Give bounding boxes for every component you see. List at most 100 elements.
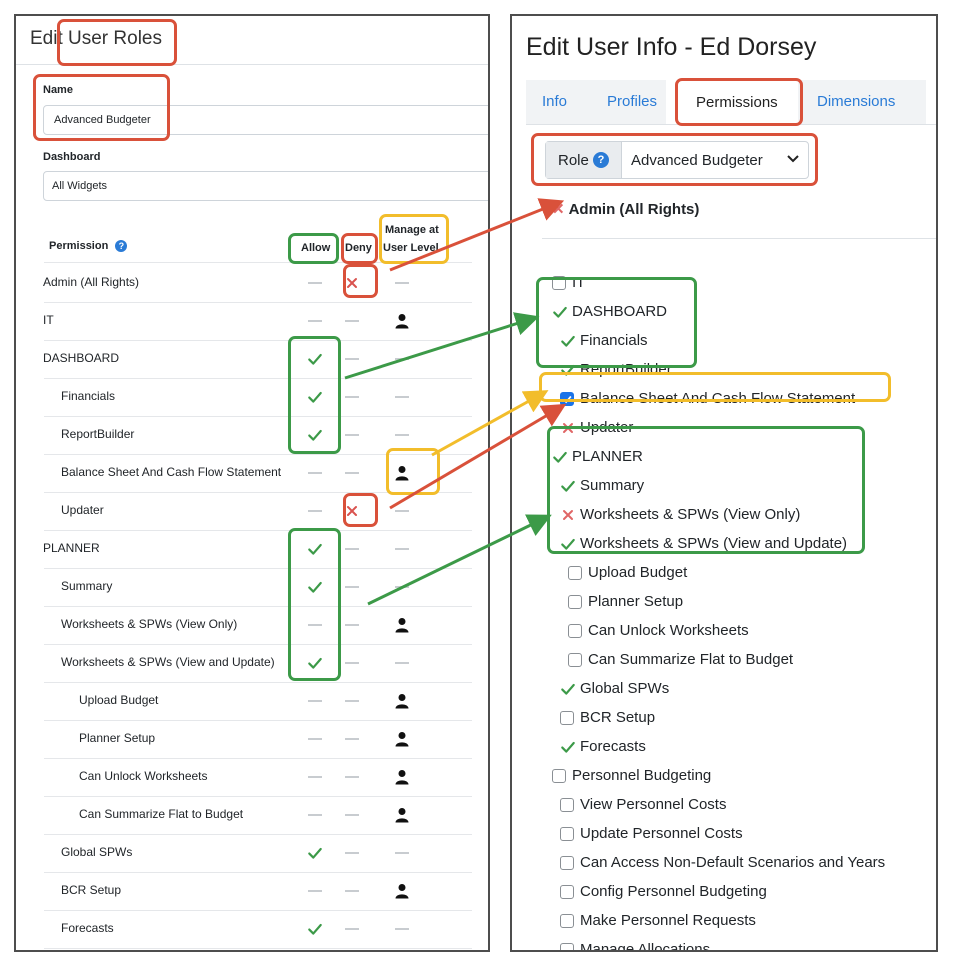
row-divider xyxy=(44,340,472,341)
checkbox[interactable] xyxy=(560,884,574,899)
permission-row-label: PLANNER xyxy=(43,541,100,555)
permission-row-label: Summary xyxy=(61,579,113,593)
checkbox[interactable] xyxy=(560,913,574,928)
user-level-icon[interactable] xyxy=(394,617,410,638)
dash-placeholder xyxy=(345,890,359,892)
checkbox[interactable] xyxy=(552,768,566,783)
tab-dimensions[interactable]: Dimensions xyxy=(817,93,895,110)
annotation-role-select xyxy=(531,133,818,186)
tab-profiles[interactable]: Profiles xyxy=(607,93,657,110)
permission-row-label: ReportBuilder xyxy=(61,427,135,441)
annotation-allow-header xyxy=(288,233,339,264)
dash-placeholder xyxy=(345,358,359,360)
permission-item-label: Global SPWs xyxy=(580,679,670,697)
checkbox[interactable] xyxy=(560,942,574,950)
annotation-balance-sheet xyxy=(539,372,891,402)
permission-row-label: BCR Setup xyxy=(61,883,122,897)
dash-placeholder xyxy=(345,548,359,550)
dash-placeholder xyxy=(345,662,359,664)
permission-item-label: Config Personnel Budgeting xyxy=(580,882,767,900)
annotation-dashboard-allow xyxy=(288,336,341,454)
dashboard-select-value: All Widgets xyxy=(52,180,108,192)
dash-placeholder xyxy=(395,662,409,664)
dash-placeholder xyxy=(395,586,409,588)
dash-placeholder xyxy=(345,396,359,398)
admin-label: Admin (All Rights) xyxy=(568,201,700,218)
permission-row-label: Global SPWs xyxy=(61,845,133,859)
user-level-icon[interactable] xyxy=(394,883,410,904)
dash-placeholder xyxy=(345,320,359,322)
dash-placeholder xyxy=(395,510,409,512)
checkbox[interactable] xyxy=(568,652,582,667)
permission-row-label: IT xyxy=(43,313,54,327)
dash-placeholder xyxy=(345,586,359,588)
admin-all-rights: ✕ Admin (All Rights) xyxy=(552,200,699,218)
annotation-deny-header xyxy=(341,233,378,264)
checkbox[interactable] xyxy=(560,855,574,870)
annotation-admin-deny xyxy=(343,264,378,298)
row-divider xyxy=(44,910,472,911)
row-divider xyxy=(44,682,472,683)
dash-placeholder xyxy=(395,396,409,398)
dashboard-label: Dashboard xyxy=(43,151,101,163)
checkbox[interactable] xyxy=(560,797,574,812)
permission-item-label: Can Summarize Flat to Budget xyxy=(588,650,794,668)
user-level-icon[interactable] xyxy=(394,693,410,714)
user-level-icon[interactable] xyxy=(394,313,410,334)
dash-placeholder xyxy=(308,814,322,816)
dash-placeholder xyxy=(345,700,359,702)
user-level-icon[interactable] xyxy=(394,807,410,828)
dash-placeholder xyxy=(395,358,409,360)
check-icon xyxy=(560,681,576,702)
dash-placeholder xyxy=(345,776,359,778)
user-level-icon[interactable] xyxy=(394,769,410,790)
row-divider xyxy=(44,302,472,303)
row-divider xyxy=(44,720,472,721)
dash-placeholder xyxy=(308,510,322,512)
permission-header: Permission ? xyxy=(49,240,128,252)
dash-placeholder xyxy=(395,928,409,930)
permission-row-label: Worksheets & SPWs (View and Update) xyxy=(61,655,275,669)
edit-user-roles-panel: Edit User Roles Name Advanced Budgeter D… xyxy=(14,14,490,952)
annotation-permissions-tab xyxy=(675,78,803,126)
row-divider xyxy=(44,606,472,607)
permission-row-label: Updater xyxy=(61,503,104,517)
annotation-planner-group xyxy=(547,426,865,554)
row-divider xyxy=(44,530,472,531)
permission-row-label: Admin (All Rights) xyxy=(43,275,140,289)
row-divider xyxy=(44,872,472,873)
checkbox[interactable] xyxy=(568,565,582,580)
permission-item-label: Make Personnel Requests xyxy=(580,911,756,929)
dash-placeholder xyxy=(308,738,322,740)
permission-item-label: View Personnel Costs xyxy=(580,795,727,813)
checkbox[interactable] xyxy=(560,710,574,725)
checkbox[interactable] xyxy=(568,594,582,609)
allow-check-icon xyxy=(307,921,323,942)
dash-placeholder xyxy=(345,434,359,436)
tab-info[interactable]: Info xyxy=(542,93,567,110)
permission-row-label: Planner Setup xyxy=(79,731,156,745)
check-icon xyxy=(560,739,576,760)
row-divider xyxy=(44,834,472,835)
annotation-manage-header xyxy=(379,214,449,264)
checkbox[interactable] xyxy=(560,826,574,841)
permission-header-label: Permission xyxy=(49,240,109,252)
permission-row-label: DASHBOARD xyxy=(43,351,120,365)
annotation-title-red xyxy=(57,19,177,66)
row-divider xyxy=(44,644,472,645)
permission-item-label: Can Access Non-Default Scenarios and Yea… xyxy=(580,853,886,871)
help-icon[interactable]: ? xyxy=(115,240,128,252)
permission-row-label: Financials xyxy=(61,389,116,403)
dash-placeholder xyxy=(345,738,359,740)
permission-item-label: Planner Setup xyxy=(588,592,684,610)
dash-placeholder xyxy=(345,814,359,816)
row-divider xyxy=(44,948,472,949)
checkbox[interactable] xyxy=(568,623,582,638)
row-divider xyxy=(44,796,472,797)
row-divider xyxy=(44,568,472,569)
permission-row-label: Can Unlock Worksheets xyxy=(79,769,208,783)
dashboard-select[interactable]: All Widgets xyxy=(43,171,488,201)
dash-placeholder xyxy=(395,852,409,854)
user-level-icon[interactable] xyxy=(394,731,410,752)
dash-placeholder xyxy=(395,434,409,436)
